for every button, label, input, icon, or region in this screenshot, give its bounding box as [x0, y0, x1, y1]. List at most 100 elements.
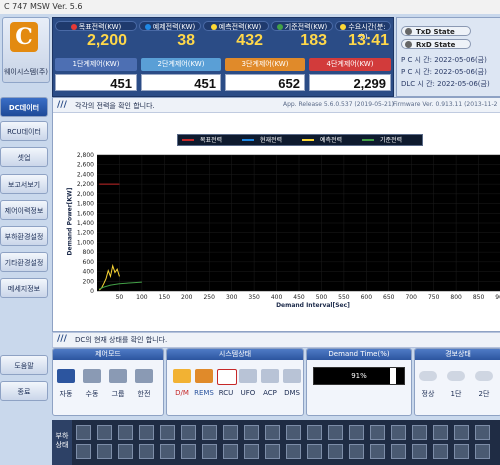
sidebar-item-control-history[interactable]: 제어이력정보: [0, 200, 48, 220]
txd-led-icon: [405, 28, 412, 35]
load-cell[interactable]: [286, 444, 301, 459]
load-cell[interactable]: [223, 425, 238, 440]
load-cell[interactable]: [370, 444, 385, 459]
pc-time-row: P C 시 간: 2022-05-06(금): [401, 68, 487, 76]
limit-4-value: 2,299: [309, 74, 391, 91]
rxd-state: RxD State: [401, 39, 471, 49]
load-cell[interactable]: [76, 444, 91, 459]
load-cell[interactable]: [328, 425, 343, 440]
load-cell[interactable]: [244, 425, 259, 440]
load-cell[interactable]: [118, 444, 133, 459]
demand-time-label: 수요시간(분:초): [335, 21, 391, 41]
alarm-label: 2단: [478, 390, 490, 398]
load-cell[interactable]: [139, 444, 154, 459]
exit-button[interactable]: 종료: [0, 381, 48, 401]
demand-progress: 91%: [313, 367, 405, 385]
load-cell[interactable]: [160, 425, 175, 440]
limit-2-value: 451: [141, 74, 221, 91]
logo: C 웨이시스템(주): [2, 17, 50, 83]
load-cell[interactable]: [370, 425, 385, 440]
sidebar-item-setup[interactable]: 셋업: [0, 147, 48, 167]
load-cell[interactable]: [412, 444, 427, 459]
base-power-label: 기준전력(KW): [271, 21, 333, 31]
system-label: UFO: [240, 389, 256, 397]
load-cell[interactable]: [202, 425, 217, 440]
load-cell[interactable]: [97, 425, 112, 440]
y-tick-label: 1,400: [77, 220, 94, 227]
load-cell[interactable]: [223, 444, 238, 459]
load-cell[interactable]: [244, 444, 259, 459]
load-cell[interactable]: [118, 425, 133, 440]
group-mode-icon[interactable]: [109, 369, 127, 383]
x-tick-label: 150: [159, 294, 171, 301]
load-cell[interactable]: [349, 425, 364, 440]
status-dot: [276, 24, 283, 30]
load-cell[interactable]: [454, 444, 469, 459]
y-tick-label: 800: [83, 249, 95, 256]
sidebar-item-messages[interactable]: 메세지정보: [0, 278, 48, 298]
status-dot: [210, 24, 217, 30]
load-cell[interactable]: [307, 444, 322, 459]
sidebar-item-reports[interactable]: 보고서보기: [0, 174, 48, 194]
load-cell[interactable]: [391, 425, 406, 440]
x-tick-label: 700: [405, 294, 417, 301]
demand-time-group: Demand Time(%) 91%: [306, 348, 412, 416]
logo-text: 웨이시스템(주): [3, 68, 49, 76]
load-cell[interactable]: [433, 425, 448, 440]
load-state-strip: 부하상태: [52, 420, 500, 465]
x-tick-label: 250: [203, 294, 215, 301]
load-cell[interactable]: [433, 444, 448, 459]
load-cell[interactable]: [265, 425, 280, 440]
alarm-state-group: 경보상태 정상 1단 2단: [414, 348, 500, 416]
x-tick-label: 900: [495, 294, 500, 301]
load-cell[interactable]: [349, 444, 364, 459]
load-cell[interactable]: [181, 444, 196, 459]
ufo-icon: [239, 369, 257, 383]
manual-mode-icon[interactable]: [83, 369, 101, 383]
main-panel: /// 각각의 전력을 확인 합니다. App. Release 5.6.0.5…: [52, 97, 500, 332]
sidebar-item-load-settings[interactable]: 부하환경설정: [0, 226, 48, 246]
status-message-bar: /// DC의 현재 상태를 확인 합니다.: [52, 332, 500, 348]
help-button[interactable]: 도움말: [0, 355, 48, 375]
alarm-stage2-icon: [475, 371, 493, 381]
limit-3-value: 652: [225, 74, 305, 91]
kepco-mode-icon[interactable]: [135, 369, 153, 383]
limit-4-label: 4단계제어(KW): [309, 58, 391, 71]
y-tick-label: 1,800: [77, 201, 94, 208]
load-cell[interactable]: [391, 444, 406, 459]
load-cell[interactable]: [97, 444, 112, 459]
load-cell[interactable]: [76, 425, 91, 440]
system-label: ACP: [263, 389, 277, 397]
sidebar-item-dc-data[interactable]: DC데이터: [0, 97, 48, 117]
auto-mode-icon[interactable]: [57, 369, 75, 383]
y-tick-label: 600: [83, 259, 95, 266]
load-cell[interactable]: [475, 444, 490, 459]
load-cell[interactable]: [139, 425, 154, 440]
load-cell[interactable]: [265, 444, 280, 459]
mode-label: 한전: [137, 390, 151, 398]
dlc-time-row: DLC 시 간: 2022-05-06(금): [401, 80, 490, 88]
control-mode-title: 제어모드: [53, 349, 163, 360]
load-cell[interactable]: [454, 425, 469, 440]
demand-chart: 2,800 2,600 2,400 2,200 2,000 1,800 1,600 1,400…: [77, 152, 500, 301]
load-cell[interactable]: [202, 444, 217, 459]
y-tick-label: 2,600: [77, 162, 94, 169]
sidebar-item-rcu-data[interactable]: RCU데이터: [0, 121, 48, 141]
alarm-normal-icon: [419, 371, 437, 381]
load-cell[interactable]: [328, 444, 343, 459]
load-cell[interactable]: [412, 425, 427, 440]
load-cell[interactable]: [307, 425, 322, 440]
y-tick-label: 1,200: [77, 230, 94, 237]
x-tick-label: 400: [271, 294, 283, 301]
load-cell[interactable]: [181, 425, 196, 440]
load-cell[interactable]: [475, 425, 490, 440]
dms-icon: [283, 369, 301, 383]
alarm-stage1-icon: [447, 371, 465, 381]
load-cell[interactable]: [160, 444, 175, 459]
acp-icon: [261, 369, 279, 383]
sidebar-item-other-settings[interactable]: 기타환경설정: [0, 252, 48, 272]
status-dot: [340, 24, 347, 30]
x-tick-label: 650: [383, 294, 395, 301]
load-cell[interactable]: [286, 425, 301, 440]
y-tick-label: 2,200: [77, 181, 94, 188]
